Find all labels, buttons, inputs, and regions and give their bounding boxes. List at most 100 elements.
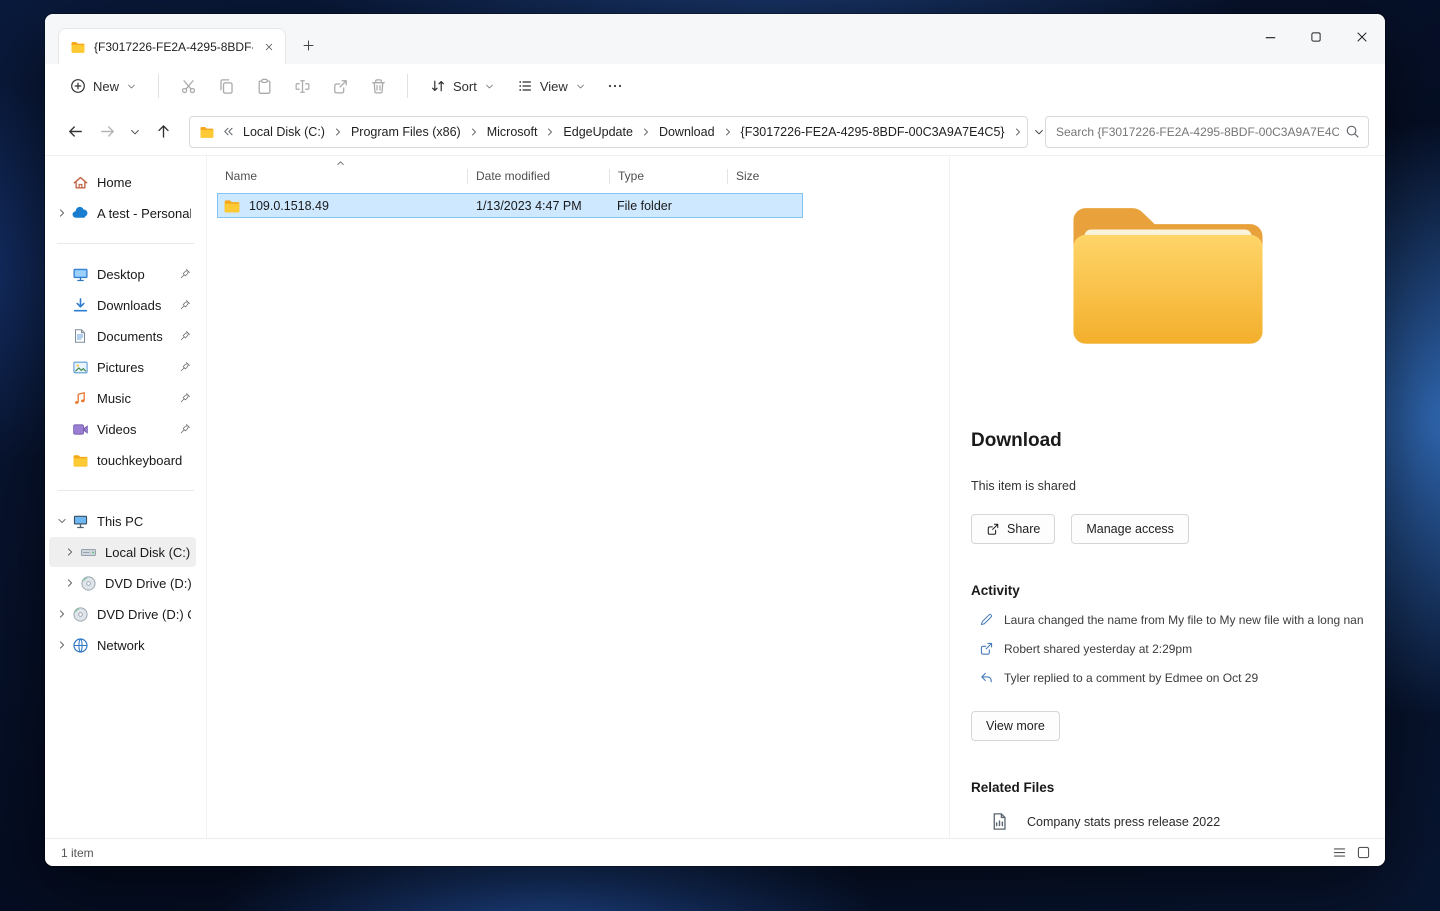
details-pane: Download This item is shared Share Manag…: [949, 156, 1385, 838]
tab-title: {F3017226-FE2A-4295-8BDF-0: [94, 40, 253, 54]
file-explorer-window: {F3017226-FE2A-4295-8BDF-0 New: [45, 14, 1385, 866]
dvd-drive-icon: [70, 606, 90, 623]
pin-icon: [179, 392, 191, 404]
sidebar-item-music[interactable]: Music: [49, 383, 196, 413]
sidebar-item-videos[interactable]: Videos: [49, 414, 196, 444]
breadcrumb-item[interactable]: {F3017226-FE2A-4295-8BDF-00C3A9A7E4C5}: [735, 121, 1011, 143]
breadcrumb-chevron-icon[interactable]: [467, 126, 481, 138]
pin-icon: [179, 299, 191, 311]
pin-icon: [179, 330, 191, 342]
new-button-label: New: [93, 79, 119, 94]
tab-close-icon[interactable]: [261, 39, 277, 55]
sort-ascending-icon: [335, 158, 346, 169]
item-count: 1 item: [61, 846, 94, 860]
breadcrumb-item[interactable]: Program Files (x86): [345, 121, 467, 143]
minimize-button[interactable]: [1247, 14, 1293, 60]
title-bar: {F3017226-FE2A-4295-8BDF-0: [45, 14, 1385, 64]
sidebar-item-documents[interactable]: Documents: [49, 321, 196, 351]
stats-document-icon: [990, 812, 1009, 831]
chevron-right-icon[interactable]: [54, 640, 70, 650]
share-button-toolbar[interactable]: [321, 69, 359, 103]
more-options-button[interactable]: [596, 69, 634, 103]
column-header-date-modified[interactable]: Date modified: [468, 162, 609, 190]
close-button[interactable]: [1339, 14, 1385, 60]
this-pc-icon: [70, 513, 90, 530]
shared-status-text: This item is shared: [971, 479, 1364, 493]
sidebar-item-dvd-drive-cc[interactable]: DVD Drive (D:) CC: [49, 568, 196, 598]
copy-button[interactable]: [207, 69, 245, 103]
folder-icon: [70, 39, 86, 55]
column-header-type[interactable]: Type: [610, 162, 727, 190]
activity-item: Tyler replied to a comment by Edmee on O…: [971, 670, 1364, 685]
chevron-right-icon[interactable]: [54, 609, 70, 619]
sidebar-item-network[interactable]: Network: [49, 630, 196, 660]
file-row[interactable]: 109.0.1518.49 1/13/2023 4:47 PM File fol…: [217, 193, 803, 218]
delete-button[interactable]: [359, 69, 397, 103]
dvd-drive-icon: [78, 575, 98, 592]
plus-circle-icon: [70, 78, 86, 94]
file-date-modified: 1/13/2023 4:47 PM: [468, 199, 609, 213]
related-file-item[interactable]: Company stats press release 2022: [971, 812, 1364, 831]
toolbar-separator: [407, 74, 408, 98]
breadcrumb-chevron-icon[interactable]: [543, 126, 557, 138]
sort-button[interactable]: Sort: [420, 71, 505, 101]
breadcrumb-overflow-icon[interactable]: [222, 125, 235, 138]
chevron-right-icon[interactable]: [62, 578, 78, 588]
chevron-right-icon[interactable]: [62, 547, 78, 557]
new-button[interactable]: New: [59, 71, 148, 101]
forward-button[interactable]: [91, 116, 123, 148]
rename-button[interactable]: [283, 69, 321, 103]
desktop-icon: [70, 266, 90, 283]
documents-icon: [70, 328, 90, 344]
column-header-size[interactable]: Size: [728, 162, 806, 190]
pin-icon: [179, 361, 191, 373]
chevron-down-icon[interactable]: [54, 516, 70, 526]
activity-section-title: Activity: [971, 583, 1364, 598]
new-tab-button[interactable]: [296, 33, 321, 58]
sidebar-item-downloads[interactable]: Downloads: [49, 290, 196, 320]
details-view-toggle-icon[interactable]: [1329, 843, 1349, 863]
share-button[interactable]: Share: [971, 514, 1055, 544]
activity-text: Robert shared yesterday at 2:29pm: [1004, 642, 1192, 656]
breadcrumb-chevron-icon[interactable]: [331, 126, 345, 138]
sidebar-item-home[interactable]: Home: [49, 167, 196, 197]
address-bar[interactable]: Local Disk (C:) Program Files (x86) Micr…: [189, 116, 1028, 148]
sidebar-item-dvd-drive-ccc[interactable]: DVD Drive (D:) CCC: [49, 599, 196, 629]
cut-button[interactable]: [169, 69, 207, 103]
up-button[interactable]: [147, 116, 179, 148]
sort-icon: [430, 78, 446, 94]
breadcrumb-chevron-icon[interactable]: [721, 126, 735, 138]
maximize-button[interactable]: [1293, 14, 1339, 60]
breadcrumb-item[interactable]: EdgeUpdate: [557, 121, 639, 143]
videos-icon: [70, 421, 90, 438]
search-box: [1045, 116, 1369, 148]
large-icons-view-toggle-icon[interactable]: [1353, 843, 1373, 863]
chevron-right-icon[interactable]: [54, 208, 70, 218]
network-icon: [70, 637, 90, 654]
recent-locations-chevron-icon[interactable]: [123, 116, 147, 148]
back-button[interactable]: [59, 116, 91, 148]
sidebar-item-touchkeyboard[interactable]: touchkeyboard: [49, 445, 196, 475]
share-actions: Share Manage access: [971, 514, 1364, 544]
sidebar-item-local-disk-c[interactable]: Local Disk (C:): [49, 537, 196, 567]
search-input[interactable]: [1056, 125, 1339, 139]
explorer-tab[interactable]: {F3017226-FE2A-4295-8BDF-0: [58, 28, 286, 64]
paste-button[interactable]: [245, 69, 283, 103]
sidebar-item-this-pc[interactable]: This PC: [49, 506, 196, 536]
pin-icon: [179, 423, 191, 435]
sidebar-item-pictures[interactable]: Pictures: [49, 352, 196, 382]
search-icon: [1345, 124, 1360, 139]
home-icon: [70, 174, 90, 191]
content-area: Home A test - Personal Desktop: [45, 156, 1385, 838]
manage-access-button[interactable]: Manage access: [1071, 514, 1189, 544]
view-more-button[interactable]: View more: [971, 711, 1060, 741]
breadcrumb-item[interactable]: Download: [653, 121, 721, 143]
sidebar-item-desktop[interactable]: Desktop: [49, 259, 196, 289]
sidebar-item-onedrive[interactable]: A test - Personal: [49, 198, 196, 228]
breadcrumb-chevron-icon[interactable]: [639, 126, 653, 138]
breadcrumb-chevron-icon[interactable]: [1011, 126, 1025, 138]
view-button[interactable]: View: [507, 71, 596, 101]
folder-icon: [199, 124, 215, 140]
breadcrumb-item[interactable]: Local Disk (C:): [237, 121, 331, 143]
breadcrumb-item[interactable]: Microsoft: [481, 121, 544, 143]
